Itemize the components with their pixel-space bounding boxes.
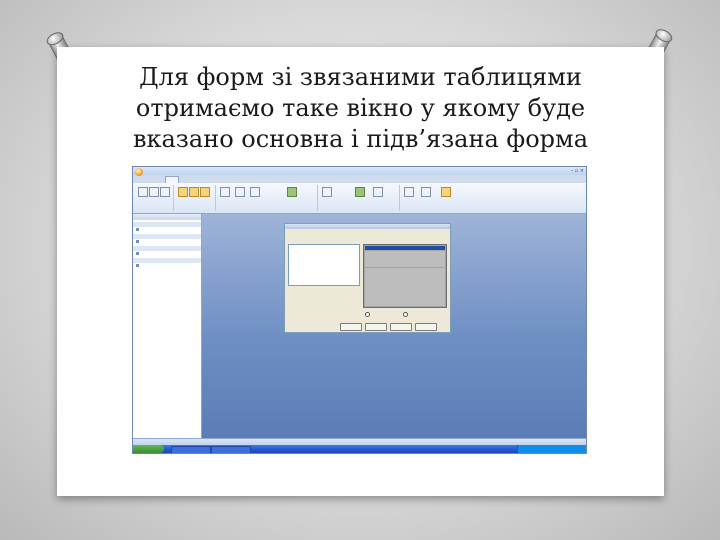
slide-title: Для форм зі звязаними таблицями отримаєм… bbox=[57, 62, 664, 155]
tab-1[interactable] bbox=[147, 176, 159, 183]
split-form-icon[interactable] bbox=[189, 187, 199, 197]
more-forms-icon[interactable] bbox=[250, 187, 260, 197]
pivot-chart-icon[interactable] bbox=[220, 187, 230, 197]
linked-forms-radio[interactable] bbox=[403, 312, 409, 317]
report-design-icon[interactable] bbox=[355, 187, 365, 197]
ribbon bbox=[133, 183, 586, 214]
preview-header bbox=[365, 246, 445, 250]
ribbon-group-3 bbox=[217, 185, 318, 211]
preview-subform bbox=[365, 268, 445, 306]
access-window-screenshot: – ▫ × bbox=[132, 166, 587, 454]
system-tray bbox=[517, 445, 586, 453]
next-button[interactable] bbox=[390, 323, 412, 331]
title-line-1: Для форм зі звязаними таблицями bbox=[139, 63, 582, 91]
taskbar-button[interactable] bbox=[171, 446, 211, 453]
table-template-icon[interactable] bbox=[149, 187, 159, 197]
office-button-icon[interactable] bbox=[135, 168, 143, 176]
form-icon[interactable] bbox=[178, 187, 188, 197]
title-line-3: вказано основна і підв’язана форма bbox=[132, 125, 588, 153]
form-wizard-dialog bbox=[284, 223, 451, 333]
window-controls-icon[interactable]: – ▫ × bbox=[571, 168, 584, 174]
table-icon bbox=[136, 228, 139, 231]
form-blank-icon[interactable] bbox=[235, 187, 245, 197]
ribbon-group-2 bbox=[175, 185, 216, 211]
windows-taskbar bbox=[133, 445, 586, 453]
ribbon-group-5 bbox=[401, 185, 471, 211]
view-by-list[interactable] bbox=[288, 244, 360, 286]
taskbar-button[interactable] bbox=[211, 446, 251, 453]
form-icon bbox=[136, 252, 139, 255]
sharepoint-list-icon[interactable] bbox=[160, 187, 170, 197]
macro-icon[interactable] bbox=[441, 187, 451, 197]
dialog-title bbox=[285, 224, 450, 229]
tab-3[interactable] bbox=[185, 176, 197, 183]
finish-button[interactable] bbox=[415, 323, 437, 331]
nav-item[interactable] bbox=[133, 263, 201, 268]
ribbon-group-4 bbox=[319, 185, 400, 211]
preview-main-form bbox=[365, 251, 445, 267]
navigation-pane bbox=[133, 214, 202, 438]
dialog-buttons bbox=[340, 323, 437, 331]
nav-item[interactable] bbox=[133, 239, 201, 244]
radio-icon bbox=[403, 312, 408, 317]
query-design-icon[interactable] bbox=[421, 187, 431, 197]
start-button[interactable] bbox=[133, 445, 164, 453]
multiple-items-icon[interactable] bbox=[200, 187, 210, 197]
preview-pane bbox=[363, 244, 447, 308]
ribbon-tabs bbox=[147, 176, 215, 183]
report-wizard-icon[interactable] bbox=[373, 187, 383, 197]
table-icon[interactable] bbox=[138, 187, 148, 197]
query-icon bbox=[136, 240, 139, 243]
nav-item[interactable] bbox=[133, 227, 201, 232]
radio-icon bbox=[365, 312, 370, 317]
status-bar bbox=[133, 438, 586, 445]
cancel-button[interactable] bbox=[340, 323, 362, 331]
query-wizard-icon[interactable] bbox=[404, 187, 414, 197]
report-icon bbox=[136, 264, 139, 267]
workspace bbox=[202, 214, 586, 438]
back-button[interactable] bbox=[365, 323, 387, 331]
nav-item[interactable] bbox=[133, 251, 201, 256]
nav-header[interactable] bbox=[133, 214, 201, 220]
form-design-icon[interactable] bbox=[287, 187, 297, 197]
window-titlebar: – ▫ × bbox=[133, 167, 586, 176]
title-line-2: отримаємо таке вікно у якому буде bbox=[135, 94, 586, 122]
report-icon[interactable] bbox=[322, 187, 332, 197]
ribbon-group-1 bbox=[135, 185, 174, 211]
tab-2[interactable] bbox=[165, 176, 179, 183]
tab-4[interactable] bbox=[203, 176, 215, 183]
subform-radio[interactable] bbox=[365, 312, 371, 317]
